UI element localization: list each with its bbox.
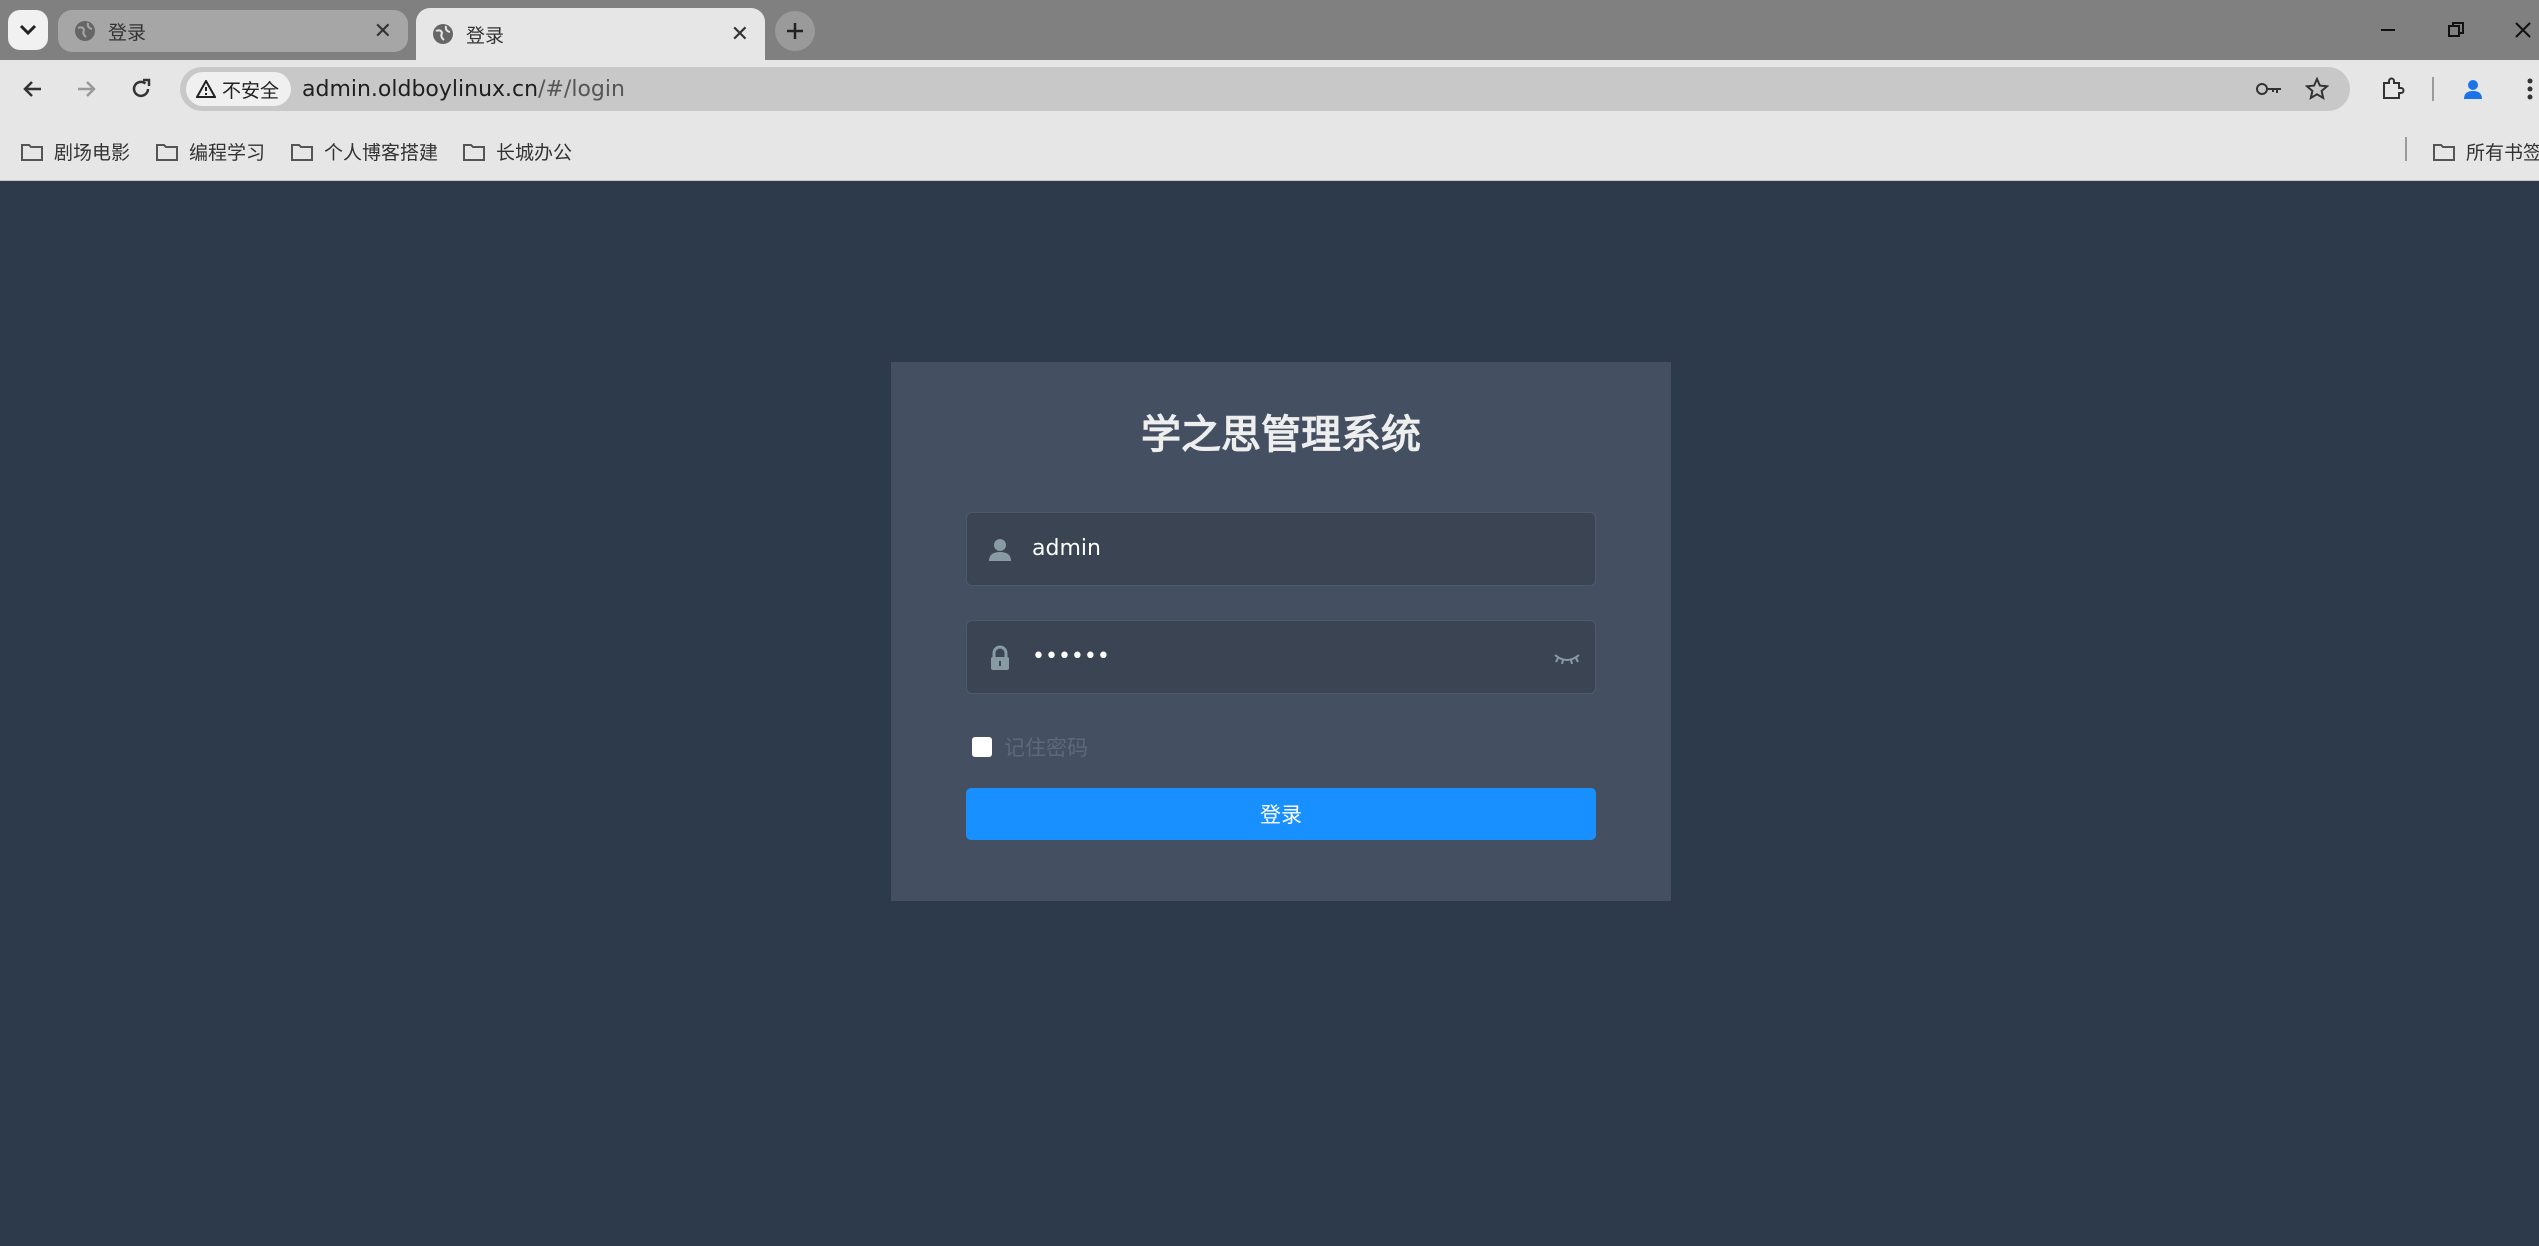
restore-button[interactable]: [2438, 14, 2474, 46]
key-icon: [2256, 83, 2281, 95]
forward-button[interactable]: [66, 69, 106, 109]
all-bookmarks-folder[interactable]: 所有书签: [2432, 138, 2539, 165]
bookmark-star-button[interactable]: [2302, 74, 2332, 104]
bookmark-label: 所有书签: [2466, 142, 2539, 164]
page-background: 学之思管理系统 admin •••••• 记住密码 登录: [0, 181, 2539, 1246]
bookmarks-divider: [2405, 137, 2407, 161]
globe-icon: [433, 24, 453, 44]
tab-title: 登录: [108, 21, 147, 44]
star-icon: [2305, 77, 2329, 101]
folder-icon: [2433, 143, 2455, 161]
remember-password[interactable]: 记住密码: [972, 732, 1088, 762]
folder-icon: [463, 143, 485, 161]
toolbar-divider: [2432, 77, 2434, 101]
tab-search-button[interactable]: [8, 10, 48, 50]
bookmark-folder[interactable]: 长城办公: [462, 138, 572, 165]
minimize-icon: [2381, 29, 2395, 31]
close-icon: [2515, 22, 2531, 38]
folder-icon: [21, 143, 43, 161]
url-path: /#/login: [538, 77, 625, 102]
arrow-left-icon: [23, 81, 41, 97]
folder-icon: [156, 143, 178, 161]
person-icon: [2464, 80, 2482, 99]
bookmark-label: 剧场电影: [54, 142, 131, 164]
close-icon[interactable]: ✕: [374, 19, 392, 44]
minimize-button[interactable]: [2370, 14, 2406, 46]
reload-icon: [132, 78, 151, 98]
login-button[interactable]: 登录: [966, 788, 1596, 840]
close-icon[interactable]: ✕: [731, 22, 749, 47]
eye-closed-icon[interactable]: [1553, 647, 1581, 669]
close-window-button[interactable]: [2505, 14, 2539, 46]
arrow-right-icon: [78, 81, 96, 97]
chevron-down-icon: [19, 24, 37, 36]
password-key-button[interactable]: [2254, 74, 2284, 104]
restore-icon: [2448, 22, 2464, 37]
bookmarks-bar: 剧场电影 编程学习 个人博客搭建 长城办公 所有书签: [0, 118, 2539, 181]
username-value: admin: [1032, 536, 1101, 561]
tab-title: 登录: [466, 24, 505, 47]
plus-icon: [787, 23, 803, 39]
menu-button[interactable]: [2510, 69, 2539, 109]
password-value: ••••••: [1032, 644, 1110, 669]
bookmark-label: 长城办公: [496, 142, 573, 164]
tab-login-1[interactable]: 登录 ✕: [58, 10, 408, 52]
warning-icon: [196, 80, 216, 98]
user-icon: [989, 539, 1011, 561]
url-host: admin.oldboylinux.cn: [302, 77, 539, 102]
new-tab-button[interactable]: [775, 11, 815, 51]
username-input[interactable]: admin: [966, 512, 1596, 586]
globe-icon: [75, 21, 95, 41]
more-vert-icon: [2527, 78, 2533, 100]
remember-label: 记住密码: [1004, 736, 1088, 760]
bookmark-folder[interactable]: 个人博客搭建: [290, 138, 438, 165]
lock-icon: [991, 645, 1009, 670]
reload-button[interactable]: [121, 69, 161, 109]
bookmark-folder[interactable]: 编程学习: [155, 138, 265, 165]
puzzle-icon: [2383, 77, 2405, 99]
security-label: 不安全: [222, 79, 280, 102]
page-title: 学之思管理系统: [1141, 412, 1421, 458]
bookmark-label: 个人博客搭建: [324, 142, 439, 164]
back-button[interactable]: [13, 69, 53, 109]
tab-login-2[interactable]: 登录 ✕: [416, 8, 765, 60]
address-bar[interactable]: 不安全 admin.oldboylinux.cn/#/login: [180, 67, 2350, 111]
login-card: 学之思管理系统 admin •••••• 记住密码 登录: [891, 362, 1671, 901]
folder-icon: [291, 143, 313, 161]
tab-strip: 登录 ✕ 登录 ✕: [0, 0, 2539, 60]
bookmark-label: 编程学习: [189, 142, 266, 164]
extensions-button[interactable]: [2373, 69, 2413, 109]
password-input[interactable]: ••••••: [966, 620, 1596, 694]
url-text[interactable]: admin.oldboylinux.cn/#/login: [302, 77, 625, 102]
security-chip[interactable]: 不安全: [186, 72, 292, 106]
profile-button[interactable]: [2453, 69, 2493, 109]
bookmark-folder[interactable]: 剧场电影: [20, 138, 130, 165]
remember-checkbox[interactable]: [972, 737, 992, 757]
browser-toolbar: 不安全 admin.oldboylinux.cn/#/login: [0, 60, 2539, 118]
